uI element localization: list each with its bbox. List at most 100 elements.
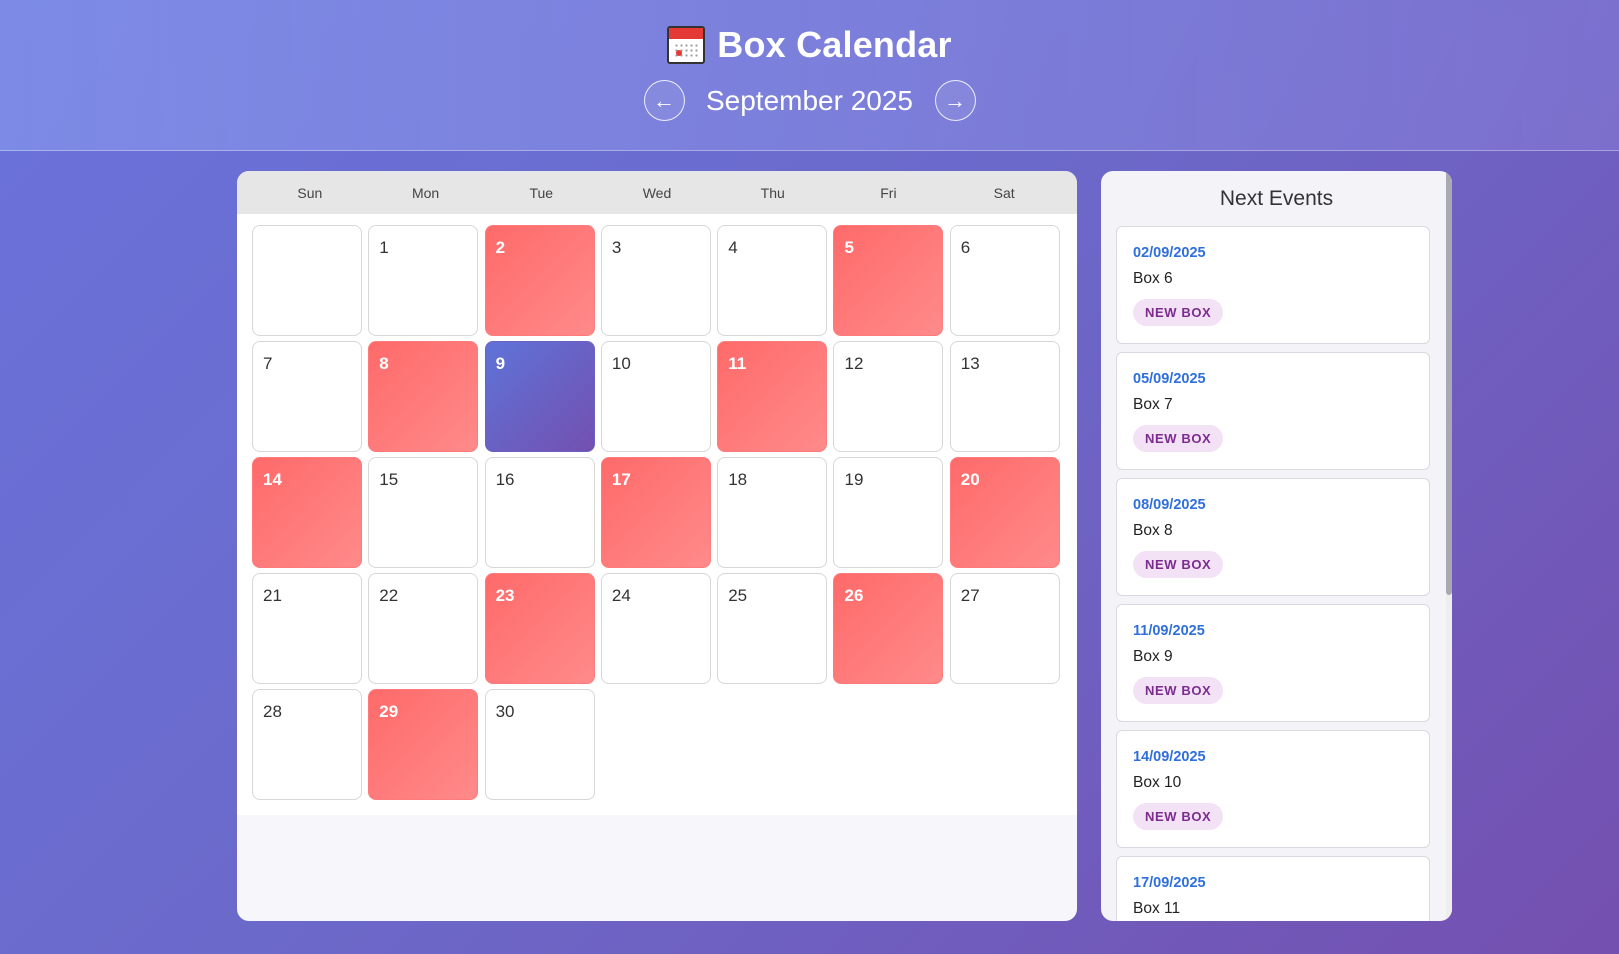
day-cell[interactable]: 30 bbox=[484, 689, 595, 800]
day-cell[interactable]: 7 bbox=[252, 341, 362, 452]
days-grid: 1 2 3 4 5 6 7 8 9 10 11 12 13 14 15 16 17 18 19 20 21 22 23 24 2… bbox=[252, 225, 1062, 800]
day-cell[interactable]: 21 bbox=[252, 573, 362, 684]
weekday-header: Sun Mon Tue Wed Thu Fri Sat bbox=[237, 171, 1077, 214]
events-sidebar: Next Events 02/09/2025 Box 6 NEW BOX 05/09/… bbox=[1101, 171, 1452, 921]
day-cell[interactable]: 17 bbox=[600, 457, 711, 568]
day-number: 29 bbox=[379, 702, 399, 721]
event-name: Box 8 bbox=[1133, 522, 1173, 539]
day-cell[interactable]: 19 bbox=[833, 457, 944, 568]
day-cell[interactable]: 1 bbox=[368, 225, 479, 336]
event-date: 17/09/2025 bbox=[1133, 875, 1206, 891]
header: Box Calendar ← September 2025 → bbox=[0, 0, 1619, 151]
event-card[interactable]: 02/09/2025 Box 6 NEW BOX bbox=[1116, 226, 1430, 344]
day-number: 24 bbox=[611, 586, 631, 605]
scrollbar-thumb[interactable] bbox=[1446, 171, 1452, 595]
event-list: 02/09/2025 Box 6 NEW BOX 05/09/2025 Box 7 NEW… bbox=[1116, 226, 1430, 921]
weekday-label: Mon bbox=[411, 184, 440, 201]
prev-month-button[interactable]: ← bbox=[643, 80, 685, 121]
day-number: 4 bbox=[728, 238, 738, 257]
calendar-grid: 1 2 3 4 5 6 7 8 9 10 11 12 13 14 15 16 17 18 19 20 21 22 23 24 2… bbox=[237, 214, 1077, 815]
day-number: 6 bbox=[960, 238, 971, 257]
day-number: 21 bbox=[263, 586, 282, 605]
day-cell[interactable]: 3 bbox=[600, 225, 711, 336]
day-number: 16 bbox=[495, 470, 515, 489]
day-number: 17 bbox=[611, 470, 631, 489]
day-number: 14 bbox=[263, 470, 282, 489]
sidebar-title: Next Events bbox=[1219, 187, 1334, 210]
day-cell-empty bbox=[252, 225, 362, 336]
event-badge: NEW BOX bbox=[1133, 425, 1224, 452]
day-number: 3 bbox=[611, 238, 622, 257]
title-row: Box Calendar bbox=[0, 24, 1619, 66]
weekday-label: Sat bbox=[993, 184, 1015, 201]
day-number: 8 bbox=[379, 354, 389, 373]
event-badge: NEW BOX bbox=[1133, 803, 1224, 830]
day-cell[interactable]: 8 bbox=[368, 341, 479, 452]
day-number: 12 bbox=[844, 354, 864, 373]
event-date: 02/09/2025 bbox=[1133, 245, 1206, 261]
day-number: 20 bbox=[960, 470, 980, 489]
day-number: 9 bbox=[495, 354, 506, 373]
event-date: 11/09/2025 bbox=[1133, 623, 1205, 639]
day-cell[interactable]: 12 bbox=[833, 341, 944, 452]
day-number: 2 bbox=[495, 238, 506, 257]
day-cell[interactable]: 5 bbox=[833, 225, 944, 336]
month-navigation: ← September 2025 → bbox=[0, 80, 1619, 121]
day-number: 26 bbox=[844, 586, 864, 605]
day-number: 19 bbox=[844, 470, 864, 489]
weekday-label: Tue bbox=[529, 184, 554, 201]
event-name: Box 6 bbox=[1133, 270, 1173, 287]
day-cell[interactable]: 6 bbox=[949, 225, 1060, 336]
day-cell[interactable]: 11 bbox=[717, 341, 828, 452]
event-card[interactable]: 08/09/2025 Box 8 NEW BOX bbox=[1116, 478, 1430, 596]
day-cell[interactable]: 26 bbox=[833, 573, 944, 684]
day-cell[interactable]: 14 bbox=[252, 457, 362, 568]
day-number: 5 bbox=[844, 238, 854, 257]
day-cell[interactable]: 29 bbox=[368, 689, 479, 800]
calendar-icon bbox=[667, 26, 706, 64]
event-name: Box 11 bbox=[1133, 900, 1181, 917]
day-number: 23 bbox=[495, 586, 515, 605]
event-name: Box 10 bbox=[1133, 774, 1182, 791]
day-number: 22 bbox=[379, 586, 399, 605]
day-cell[interactable]: 25 bbox=[717, 573, 828, 684]
event-card[interactable]: 14/09/2025 Box 10 NEW BOX bbox=[1116, 730, 1430, 848]
event-card[interactable]: 11/09/2025 Box 9 NEW BOX bbox=[1116, 604, 1430, 722]
day-cell[interactable]: 9 bbox=[484, 341, 595, 452]
month-label: September 2025 bbox=[705, 84, 914, 116]
event-badge: NEW BOX bbox=[1133, 551, 1224, 578]
day-cell[interactable]: 16 bbox=[484, 457, 595, 568]
day-cell[interactable]: 2 bbox=[484, 225, 595, 336]
day-cell[interactable]: 20 bbox=[949, 457, 1060, 568]
day-cell[interactable]: 15 bbox=[368, 457, 479, 568]
sidebar-scrollbar[interactable] bbox=[1446, 171, 1452, 921]
next-month-button[interactable]: → bbox=[934, 80, 976, 121]
day-number: 27 bbox=[960, 586, 980, 605]
event-date: 14/09/2025 bbox=[1133, 749, 1206, 765]
day-cell[interactable]: 22 bbox=[368, 573, 479, 684]
event-badge: NEW BOX bbox=[1133, 677, 1224, 704]
day-cell[interactable]: 10 bbox=[600, 341, 711, 452]
event-card[interactable]: 17/09/2025Box 11NEW BOX bbox=[1116, 856, 1430, 921]
day-cell[interactable]: 27 bbox=[949, 573, 1060, 684]
event-date: 08/09/2025 bbox=[1133, 497, 1206, 513]
day-cell[interactable]: 28 bbox=[252, 689, 362, 800]
day-number: 10 bbox=[611, 354, 631, 373]
app-title: Box Calendar bbox=[717, 24, 952, 65]
event-badge: NEW BOX bbox=[1133, 299, 1224, 326]
day-number: 13 bbox=[960, 354, 980, 373]
day-number: 28 bbox=[263, 702, 282, 721]
weekday-label: Fri bbox=[880, 184, 897, 201]
day-cell[interactable]: 4 bbox=[717, 225, 828, 336]
calendar-panel: Sun Mon Tue Wed Thu Fri Sat 1 2 3 4 5 6 7 8 9 10 11 12 13 1… bbox=[237, 171, 1077, 921]
day-cell[interactable]: 13 bbox=[949, 341, 1060, 452]
event-date: 05/09/2025 bbox=[1133, 371, 1206, 387]
day-number: 11 bbox=[728, 354, 747, 373]
day-cell[interactable]: 23 bbox=[484, 573, 595, 684]
day-number: 18 bbox=[728, 470, 748, 489]
day-cell[interactable]: 24 bbox=[600, 573, 711, 684]
day-cell[interactable]: 18 bbox=[717, 457, 828, 568]
weekday-label: Sun bbox=[297, 184, 323, 201]
event-card[interactable]: 05/09/2025 Box 7 NEW BOX bbox=[1116, 352, 1430, 470]
day-number: 15 bbox=[379, 470, 399, 489]
